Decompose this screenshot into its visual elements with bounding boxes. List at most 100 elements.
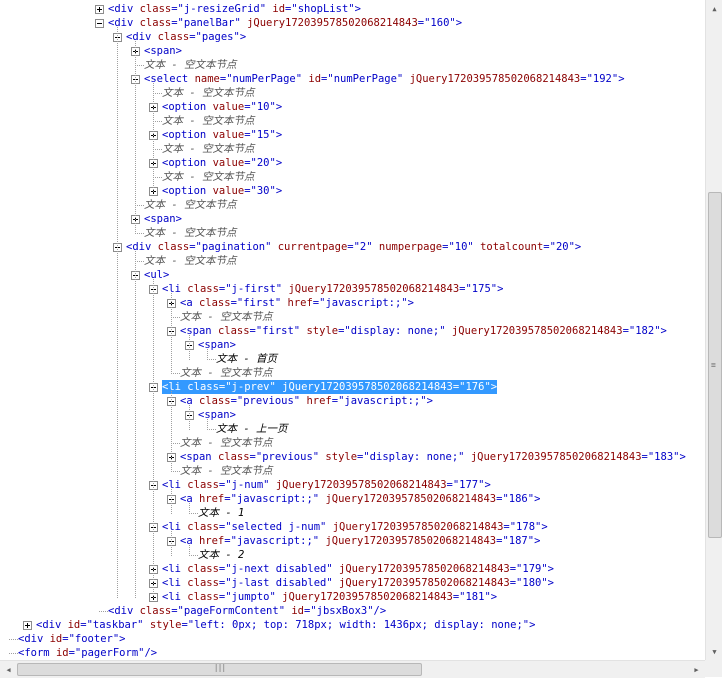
attribute-value: "pages": [195, 31, 240, 43]
attribute-name: id: [49, 633, 63, 645]
tree-text-node[interactable]: 文本 - 空文本节点: [180, 366, 272, 380]
arrow-down-icon[interactable]: ▼: [706, 643, 722, 660]
tree-node[interactable]: <option value="20">: [162, 156, 282, 170]
tag-text: >: [547, 563, 554, 575]
tree-text-node[interactable]: <form id="pagerForm"/>: [18, 646, 157, 660]
tree-node[interactable]: <select name="numPerPage" id="numPerPage…: [144, 72, 625, 86]
vertical-scroll-thumb[interactable]: ≡: [708, 192, 722, 538]
attribute-name: jQuery172039578502068214843: [339, 577, 510, 589]
vertical-scrollbar[interactable]: ▲ ≡ ▼: [705, 0, 722, 660]
tree-node[interactable]: <span class="previous" style="display: n…: [180, 450, 686, 464]
attribute-value: "jumpto": [225, 591, 276, 603]
attribute-value: "pageFormContent": [177, 605, 286, 617]
tree-node[interactable]: <option value="10">: [162, 100, 282, 114]
tree-guide-line: [207, 349, 208, 360]
attribute-value: "15": [250, 129, 276, 141]
tag-text: <a: [180, 297, 199, 309]
tree-text-node[interactable]: <div class="pageFormContent" id="jbsxBox…: [108, 604, 386, 618]
tree-text-node[interactable]: 文本 - 空文本节点: [144, 198, 236, 212]
tree-node[interactable]: <li class="j-last disabled" jQuery172039…: [162, 576, 554, 590]
attribute-value: "left: 0px; top: 718px; width: 1436px; d…: [187, 619, 530, 631]
tree-node[interactable]: <li class="selected j-num" jQuery1720395…: [162, 520, 548, 534]
tree-text-node[interactable]: 文本 - 1: [198, 506, 244, 520]
tree-node[interactable]: <option value="15">: [162, 128, 282, 142]
text-node-label: 文本 - 空文本节点: [180, 367, 273, 379]
attribute-value: "pagerForm": [74, 647, 145, 659]
tree-text-node[interactable]: 文本 - 上一页: [216, 422, 287, 436]
tree-guide-line: [189, 405, 190, 430]
attribute-name: class: [217, 325, 250, 337]
tree-text-node[interactable]: 文本 - 空文本节点: [144, 58, 236, 72]
attribute-name: value: [212, 185, 245, 197]
attribute-name: currentpage: [277, 241, 348, 253]
tag-text: <li: [162, 577, 188, 589]
dom-tree-view[interactable]: <div class="j-resizeGrid" id="shopList">…: [0, 0, 705, 660]
tree-connector-line: [99, 611, 108, 612]
tree-node-selected[interactable]: <li class="j-prev" jQuery172039578502068…: [162, 380, 498, 394]
tree-text-node[interactable]: 文本 - 空文本节点: [180, 436, 272, 450]
text-node-label: 文本 - 2: [198, 549, 245, 561]
expand-icon[interactable]: [95, 5, 104, 14]
tree-node[interactable]: <li class="j-num" jQuery1720395785020682…: [162, 478, 491, 492]
attribute-name: style: [325, 451, 358, 463]
tree-node[interactable]: <span>: [198, 408, 236, 422]
attribute-value: "numPerPage": [327, 73, 404, 85]
attribute-name: class: [198, 395, 231, 407]
attribute-value: "192": [586, 73, 619, 85]
text-node-label: 文本 - 空文本节点: [144, 199, 237, 211]
text-node-label: 文本 - 空文本节点: [162, 87, 255, 99]
collapse-icon[interactable]: [95, 19, 104, 28]
tag-text: <option: [162, 129, 213, 141]
attribute-name: class: [139, 605, 172, 617]
tree-node[interactable]: <div class="j-resizeGrid" id="shopList">: [108, 2, 361, 16]
tree-text-node[interactable]: 文本 - 空文本节点: [162, 114, 254, 128]
tree-node[interactable]: <li class="j-first" jQuery17203957850206…: [162, 282, 503, 296]
tag-text: <select: [144, 73, 195, 85]
tree-node[interactable]: <span>: [198, 338, 236, 352]
tree-node[interactable]: <ul>: [144, 268, 169, 282]
tree-node[interactable]: <span class="first" style="display: none…: [180, 324, 667, 338]
tree-connector-line: [153, 149, 162, 150]
tree-node[interactable]: <span>: [144, 44, 182, 58]
arrow-up-icon[interactable]: ▲: [706, 0, 722, 17]
tree-node[interactable]: <li class="jumpto" jQuery172039578502068…: [162, 590, 497, 604]
tree-guide-line: [153, 279, 154, 598]
attribute-name: class: [157, 31, 190, 43]
tree-text-node[interactable]: 文本 - 2: [198, 548, 244, 562]
tree-text-node[interactable]: 文本 - 空文本节点: [144, 226, 236, 240]
arrow-left-icon[interactable]: ◀: [0, 661, 17, 678]
tree-connector-line: [9, 639, 18, 640]
horizontal-scrollbar[interactable]: ◀ ||| ▶: [0, 660, 705, 678]
attribute-value: "10": [250, 101, 276, 113]
tree-text-node[interactable]: 文本 - 首页: [216, 352, 277, 366]
tree-node[interactable]: <div class="pagination" currentpage="2" …: [126, 240, 581, 254]
arrow-right-icon[interactable]: ▶: [688, 661, 705, 678]
tree-node[interactable]: <a href="javascript:;" jQuery17203957850…: [180, 534, 540, 548]
tree-node[interactable]: <li class="j-next disabled" jQuery172039…: [162, 562, 554, 576]
tree-text-node[interactable]: 文本 - 空文本节点: [162, 142, 254, 156]
tree-node[interactable]: <a class="previous" href="javascript:;">: [180, 394, 433, 408]
tag-text: >: [275, 129, 283, 141]
tag-text: >: [275, 157, 283, 169]
tag-text: />: [144, 647, 158, 659]
tree-text-node[interactable]: <div id="footer">: [18, 632, 126, 646]
tree-node[interactable]: <a class="first" href="javascript:;">: [180, 296, 414, 310]
expand-icon[interactable]: [23, 621, 32, 630]
attribute-name: class: [187, 283, 219, 295]
tree-text-node[interactable]: 文本 - 空文本节点: [180, 464, 272, 478]
tree-node[interactable]: <div class="pages">: [126, 30, 246, 44]
tree-text-node[interactable]: 文本 - 空文本节点: [144, 254, 236, 268]
tree-text-node[interactable]: 文本 - 空文本节点: [162, 86, 254, 100]
attribute-value: "shopList": [291, 3, 355, 15]
attribute-value: "display: none;": [344, 325, 446, 337]
attribute-name: jQuery172039578502068214843: [332, 521, 504, 533]
tree-text-node[interactable]: 文本 - 空文本节点: [180, 310, 272, 324]
horizontal-scroll-thumb[interactable]: |||: [17, 663, 422, 676]
tree-node[interactable]: <a href="javascript:;" jQuery17203957850…: [180, 492, 540, 506]
tree-node[interactable]: <div id="taskbar" style="left: 0px; top:…: [36, 618, 535, 632]
tree-guide-line: [171, 391, 172, 472]
tree-node[interactable]: <option value="30">: [162, 184, 282, 198]
tree-node[interactable]: <span>: [144, 212, 182, 226]
tree-text-node[interactable]: 文本 - 空文本节点: [162, 170, 254, 184]
tree-node[interactable]: <div class="panelBar" jQuery172039578502…: [108, 16, 462, 30]
